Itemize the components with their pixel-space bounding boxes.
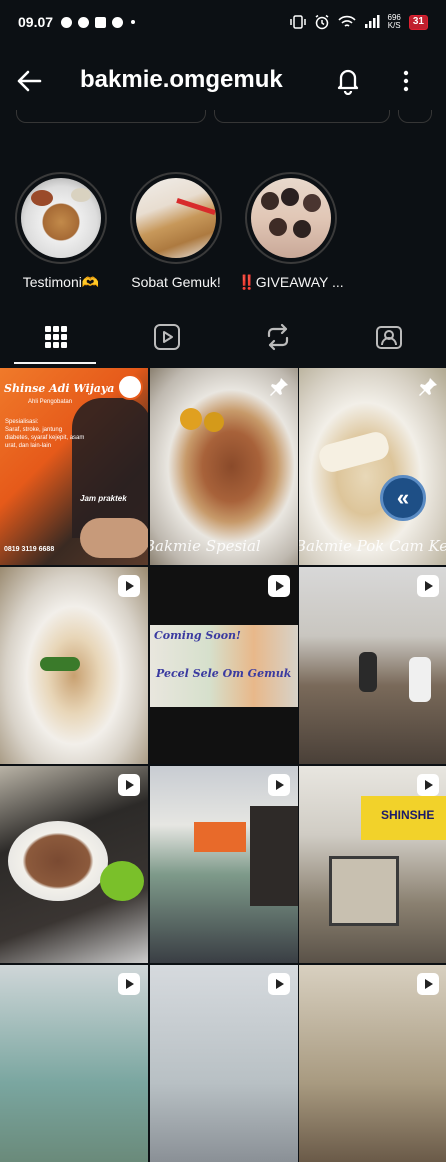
flyer-hours-label: Jam praktek [80, 494, 127, 503]
profile-buttons-row [0, 110, 446, 124]
reposts-icon [267, 323, 288, 351]
cloud-icon [112, 16, 124, 28]
posts-grid: Shinse Adi Wijaya Ahli Pengobatan Spesia… [0, 368, 446, 1162]
tab-grid[interactable] [0, 312, 111, 362]
flyer-line: urat, dan lain-lain [5, 443, 52, 449]
status-time: 09.07 [18, 14, 54, 30]
bell-icon[interactable] [333, 65, 363, 95]
more-vertical-icon[interactable] [396, 66, 416, 96]
store-sign [194, 822, 246, 852]
post-bakmie-spesial[interactable]: Bakmie Spesial [150, 368, 298, 565]
profile-button-left[interactable] [16, 110, 206, 123]
highlight-ring [130, 172, 222, 264]
reel-icon [118, 973, 140, 995]
post-reel-storefront[interactable] [150, 766, 298, 963]
notification-icons [61, 16, 124, 28]
pinned-icon [270, 378, 288, 396]
post-reel-table-meal[interactable] [0, 766, 148, 963]
active-tab-indicator [14, 362, 96, 364]
post-reel-building[interactable] [0, 965, 148, 1162]
profile-tabs [0, 312, 446, 364]
flyer-logo [117, 374, 143, 400]
reel-icon [268, 575, 290, 597]
reel-icon [118, 774, 140, 796]
food-plate [8, 821, 108, 901]
pecel-caption: Pecel Sele Om Gemuk [156, 667, 292, 680]
green-bowl [100, 861, 144, 901]
highlight-cover-image [21, 178, 101, 258]
floating-collapse-button[interactable]: « [380, 475, 426, 521]
tab-reposts[interactable] [222, 312, 333, 362]
post-caption: Bakmie Spesial [150, 537, 261, 555]
chevrons-left-icon: « [396, 485, 410, 510]
highlight-label: ‼️GIVEAWAY ... [238, 274, 344, 290]
food-chicken [316, 429, 392, 475]
reel-icon [118, 575, 140, 597]
reel-icon [268, 973, 290, 995]
highlight-label: Testimoni🫶 [22, 274, 100, 290]
post-reel-noodle-bowl[interactable] [0, 567, 148, 764]
highlight-testimoni[interactable]: Testimoni🫶 [6, 172, 116, 291]
flyer-phone: 0819 3119 6688 [4, 546, 55, 553]
reel-icon [268, 774, 290, 796]
facebook-icon [61, 16, 73, 28]
highlight-cover-image [136, 178, 216, 258]
highlight-label: Sobat Gemuk! [131, 274, 221, 290]
post-bakmie-pok-cam-keo[interactable]: Bakmie Pok Cam Keo [299, 368, 446, 565]
food-cart [329, 856, 399, 926]
food-egg [204, 412, 224, 432]
flyer-subtitle: Ahli Pengobatan [28, 399, 73, 405]
post-reel-shop-interior[interactable] [299, 567, 446, 764]
shop-icon [95, 16, 107, 28]
highlight-sobat-gemuk[interactable]: Sobat Gemuk! [121, 172, 231, 290]
alarm-icon [315, 14, 328, 30]
highlight-ring [245, 172, 337, 264]
flyer-line: Spesialisasi: [5, 419, 39, 425]
post-shinse-flyer[interactable]: Shinse Adi Wijaya Ahli Pengobatan Spesia… [0, 368, 148, 565]
wifi-icon [337, 15, 356, 27]
post-reel-kitchen[interactable] [299, 965, 446, 1162]
post-caption: Bakmie Pok Cam Keo [299, 537, 446, 555]
back-arrow-icon[interactable] [14, 66, 44, 96]
messenger-icon [78, 16, 90, 28]
highlight-giveaway[interactable]: ‼️GIVEAWAY ... [236, 172, 346, 291]
post-reel-street[interactable] [150, 965, 298, 1162]
adjacent-building [250, 806, 298, 906]
flyer-line: Saraf, stroke, jantung [5, 427, 63, 433]
vibrate-icon [289, 15, 306, 29]
battery-indicator: 31 [408, 14, 428, 30]
highlight-ring [15, 172, 107, 264]
shinshe-sign-text: SHINSHE [381, 808, 435, 822]
network-speed: 696 K/S [388, 14, 401, 30]
reels-icon [153, 324, 180, 350]
tab-tagged[interactable] [333, 312, 444, 362]
customer-figure [409, 657, 431, 702]
food-egg [180, 408, 202, 430]
profile-header: bakmie.omgemuk [0, 52, 446, 108]
reel-icon [417, 973, 439, 995]
post-reel-coming-soon[interactable]: Coming Soon! Pecel Sele Om Gemuk [150, 567, 298, 764]
flyer-line: diabetes, syaraf kejepit, asam [5, 435, 85, 441]
reel-icon [417, 774, 439, 796]
tab-reels[interactable] [111, 312, 222, 362]
reel-icon [417, 575, 439, 597]
flyer-title: Shinse Adi Wijaya [4, 382, 115, 395]
coming-soon-text: Coming Soon! [154, 629, 241, 642]
status-bar: 09.07 696 K/S 31 [0, 0, 446, 44]
profile-button-right[interactable] [398, 110, 432, 123]
customer-figure [359, 652, 377, 692]
signal-icon [364, 15, 380, 28]
more-notifications-dot [131, 20, 136, 24]
flyer-lines: Spesialisasi: Saraf, stroke, jantung dia… [5, 418, 105, 450]
post-reel-shinshe-stall[interactable]: SHINSHE [299, 766, 446, 963]
pinned-icon [419, 378, 437, 396]
grid-icon [44, 326, 67, 348]
tagged-icon [375, 326, 402, 349]
speed-unit: K/S [387, 21, 401, 30]
highlight-cover-image [251, 178, 331, 258]
food-scallion [40, 657, 80, 671]
profile-username: bakmie.omgemuk [80, 66, 283, 93]
profile-button-middle[interactable] [214, 110, 390, 123]
